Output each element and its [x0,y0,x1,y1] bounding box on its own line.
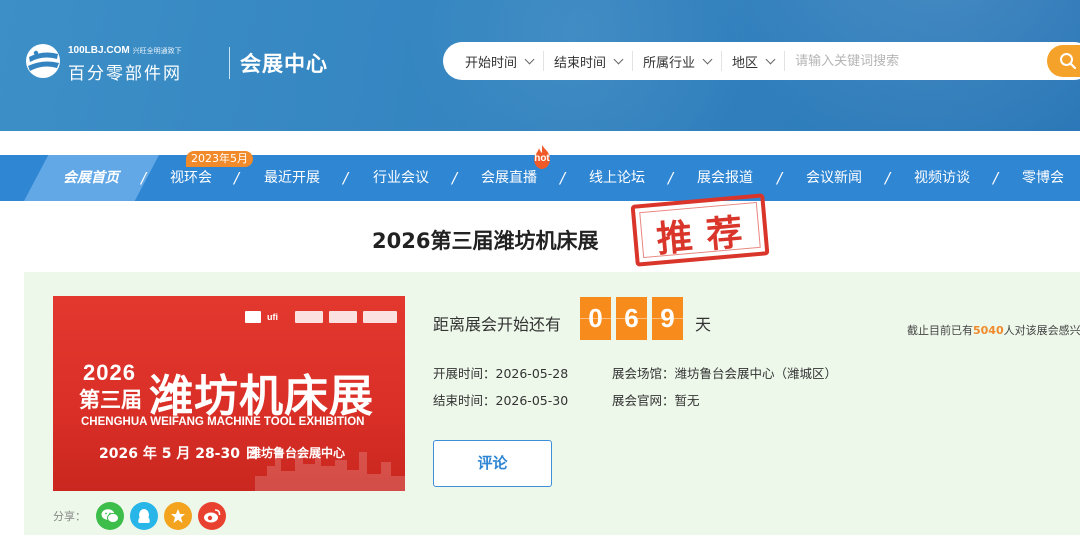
comment-button[interactable]: 评论 [433,440,552,487]
interest-count-text: 截止目前已有5040人对该展会感兴 [907,324,1080,337]
sponsor-logo [245,311,261,323]
countdown-digit: 6 [616,297,647,340]
search-input[interactable] [795,53,1046,69]
share-bar: 分享： [53,502,232,530]
expo-title: 2026第三届潍坊机床展 [372,229,599,253]
filter-industry[interactable]: 所属行业 [643,51,723,71]
nav-item-parts-expo[interactable]: 零博会 [1022,155,1064,201]
nav-item-interviews[interactable]: 视频访谈 [914,155,970,201]
filter-label: 结束时间 [554,55,607,71]
recommend-stamp: 推荐 [630,193,770,267]
qzone-share-button[interactable] [164,502,192,530]
interest-count: 5040 [973,324,1004,337]
chevron-down-icon [613,54,624,64]
countdown-label: 距离展会开始还有 [433,315,562,334]
nav-separator: / [560,169,566,187]
nav-item-industry-meetings[interactable]: 行业会议 [373,155,429,201]
hot-flame-icon: hot [529,144,555,170]
venue: 展会场馆：潍坊鲁台会展中心（潍城区） [612,366,838,381]
ufi-logo: ufi [267,312,278,322]
filter-region[interactable]: 地区 [732,51,786,71]
weibo-icon [204,509,221,523]
wechat-share-button[interactable] [96,502,124,530]
countdown-digit: 9 [652,297,683,340]
filter-end-time[interactable]: 结束时间 [554,51,634,71]
sponsor-logo [295,311,323,323]
stamp-text: 推荐 [654,210,759,261]
nav-separator: / [885,169,891,187]
nav-separator: / [343,169,349,187]
end-time: 结束时间：2026-05-30 [433,393,569,408]
filter-label: 所属行业 [643,55,696,71]
search-icon [1060,53,1077,70]
sponsor-logo [363,311,397,323]
nav-separator: / [141,169,147,187]
nav-separator: / [777,169,783,187]
site-logo[interactable]: 100LBJ.COM 兴旺全明通致下 百分零部件网 会展中心 [24,42,327,84]
nav-separator: / [452,169,458,187]
filter-label: 开始时间 [465,55,518,71]
poster-sponsor-logos: ufi [245,310,397,324]
star-icon [171,509,185,523]
filter-label: 地区 [732,55,759,71]
share-label: 分享： [53,510,86,523]
poster-date: 2026 年 5 月 28-30 日 [99,446,259,462]
logo-globe-icon [26,44,60,78]
start-time: 开展时间：2026-05-28 [433,366,569,381]
search-bar: 开始时间 结束时间 所属行业 地区 [443,42,1080,80]
chevron-down-icon [702,54,713,64]
weibo-share-button[interactable] [198,502,226,530]
nav-item-online-forum[interactable]: 线上论坛 [589,155,645,201]
countdown-digit: 0 [580,297,611,340]
nav-item-home[interactable]: 会展首页 [63,155,119,201]
date-badge: 2023年5月 [186,151,253,167]
nav-item-news[interactable]: 会议新闻 [806,155,862,201]
search-button[interactable] [1047,45,1080,77]
qq-share-button[interactable] [130,502,158,530]
official-website: 展会官网：暂无 [612,393,700,408]
filter-start-time[interactable]: 开始时间 [465,51,545,71]
poster-session: 第三届 [79,388,142,412]
logo-name: 百分零部件网 [68,64,182,84]
section-name: 会展中心 [240,52,328,76]
wechat-icon [101,509,119,524]
nav-separator: / [993,169,999,187]
header-banner: 100LBJ.COM 兴旺全明通致下 百分零部件网 会展中心 开始时间 结束时间 … [0,0,1080,131]
chevron-down-icon [524,54,535,64]
poster-year: 2026 [83,360,136,385]
nav-item-recent[interactable]: 最近开展 [264,155,320,201]
chevron-down-icon [765,54,776,64]
nav-separator: / [668,169,674,187]
sponsor-logo [329,311,357,323]
poster-venue: 潍坊鲁台会展中心 [249,446,346,460]
logo-domain: 100LBJ.COM 兴旺全明通致下 [68,45,182,56]
countdown-unit: 天 [695,315,712,334]
logo-divider [229,47,230,79]
poster-english-name: CHENGHUA WEIFANG MACHINE TOOL EXHIBITION [81,416,365,428]
expo-poster[interactable]: ufi 2026 第三届 潍坊机床展 CHENGHUA WEIFANG MACH… [53,296,405,491]
qq-icon [138,508,150,523]
hot-label: hot [534,153,550,164]
poster-expo-name: 潍坊机床展 [149,371,374,422]
